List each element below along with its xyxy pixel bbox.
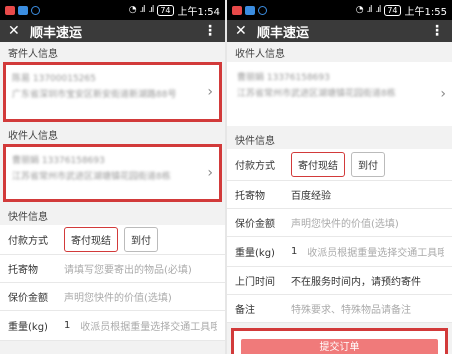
status-bar: ◔ .ıl .ıl 74 上午1:54 <box>0 0 225 20</box>
app-title: 顺丰速运 <box>30 25 83 41</box>
item-input[interactable]: 请填写您要寄出的物品(必填) <box>64 261 192 276</box>
weight-label: 重量(kg) <box>8 322 48 333</box>
payment-label: 付款方式 <box>8 236 48 247</box>
status-time: 上午1:55 <box>404 6 447 18</box>
receiver-section-title: 收件人信息 <box>0 122 225 144</box>
wifi-icon: ◔ <box>355 5 364 15</box>
sender-name-phone: 陈易 13700015265 <box>12 74 96 84</box>
battery-icon: 74 <box>157 4 174 16</box>
app-bar: ✕ 顺丰速运 ⋮ <box>227 20 452 42</box>
app-title: 顺丰速运 <box>257 25 310 41</box>
note-label: 备注 <box>235 305 255 316</box>
insure-input[interactable]: 声明您快件的价值(选填) <box>64 289 172 304</box>
pay-cash-button[interactable]: 寄付现结 <box>291 152 345 177</box>
chevron-right-icon: › <box>207 84 213 100</box>
more-menu-icon[interactable]: ⋮ <box>430 23 444 39</box>
pay-on-delivery-button[interactable]: 到付 <box>124 227 158 252</box>
receiver-address: 江苏省常州市武进区湖塘镇花园街道8栋 <box>237 89 396 99</box>
sender-address: 广东省深圳市宝安区新安街道新湖路88号 <box>12 90 177 100</box>
insure-label: 保价金额 <box>235 219 275 230</box>
pickup-time-label: 上门时间 <box>235 277 275 288</box>
weight-row[interactable]: 重量(kg) 1 收派员根据重量选择交通工具哦 <box>0 311 225 341</box>
item-label: 托寄物 <box>235 191 265 202</box>
note-input[interactable]: 特殊要求、特殊物品请备注 <box>291 301 411 316</box>
notification-blue-icon <box>18 5 28 15</box>
insure-row[interactable]: 保价金额 声明您快件的价值(选填) <box>0 283 225 311</box>
notification-blue-icon <box>245 5 255 15</box>
receiver-name-phone: 曹丽娟 13376158693 <box>237 73 330 83</box>
chevron-right-icon: › <box>207 165 213 181</box>
notification-red-icon <box>5 5 15 15</box>
pickup-time-row[interactable]: 上门时间 不在服务时间内，请预约寄件 <box>227 267 452 295</box>
status-time: 上午1:54 <box>177 6 220 18</box>
receiver-name-phone: 曹丽娟 13376158693 <box>12 156 105 166</box>
submit-order-button[interactable]: 提交订单 <box>241 339 438 354</box>
status-bar: ◔ .ıl .ıl 74 上午1:55 <box>227 0 452 20</box>
receiver-address-card[interactable]: 曹丽娟 13376158693 江苏省常州市武进区湖塘镇花园街道8栋 › <box>227 62 452 126</box>
note-row[interactable]: 备注 特殊要求、特殊物品请备注 <box>227 295 452 323</box>
payment-row: 付款方式 寄付现结 到付 <box>227 149 452 181</box>
weight-hint: 收派员根据重量选择交通工具哦 <box>307 248 444 259</box>
notification-ring-icon <box>258 5 267 15</box>
insure-label: 保价金额 <box>8 293 48 304</box>
sender-section-title: 寄件人信息 <box>0 42 225 62</box>
pay-cash-button[interactable]: 寄付现结 <box>64 227 118 252</box>
insure-row[interactable]: 保价金额 声明您快件的价值(选填) <box>227 209 452 237</box>
battery-icon: 74 <box>384 4 401 16</box>
weight-label: 重量(kg) <box>235 248 275 259</box>
receiver-address-card[interactable]: 曹丽娟 13376158693 江苏省常州市武进区湖塘镇花园街道8栋 › <box>3 144 222 202</box>
pickup-time-value[interactable]: 不在服务时间内，请预约寄件 <box>291 273 421 288</box>
close-icon[interactable]: ✕ <box>235 23 257 39</box>
more-menu-icon[interactable]: ⋮ <box>203 23 217 39</box>
item-input[interactable]: 百度经验 <box>291 187 331 202</box>
left-screen: ◔ .ıl .ıl 74 上午1:54 ✕ 顺丰速运 ⋮ 寄件人信息 陈易 13… <box>0 0 225 354</box>
close-icon[interactable]: ✕ <box>8 23 30 39</box>
app-bar: ✕ 顺丰速运 ⋮ <box>0 20 225 42</box>
shipment-section-title: 快件信息 <box>227 126 452 149</box>
screenshot-composite: ◔ .ıl .ıl 74 上午1:54 ✕ 顺丰速运 ⋮ 寄件人信息 陈易 13… <box>0 0 452 354</box>
notification-red-icon <box>232 5 242 15</box>
shipment-section-title: 快件信息 <box>0 202 225 225</box>
signal-icon: .ıl <box>366 5 373 15</box>
weight-value[interactable]: 1 <box>64 320 70 331</box>
signal-icon: .ıl <box>139 5 146 15</box>
weight-row[interactable]: 重量(kg) 1 收派员根据重量选择交通工具哦 <box>227 237 452 267</box>
payment-row: 付款方式 寄付现结 到付 <box>0 225 225 255</box>
sender-address-card[interactable]: 陈易 13700015265 广东省深圳市宝安区新安街道新湖路88号 › <box>3 62 222 122</box>
weight-value[interactable]: 1 <box>291 246 297 257</box>
item-row[interactable]: 托寄物 百度经验 <box>227 181 452 209</box>
receiver-section-title: 收件人信息 <box>227 42 452 62</box>
chevron-right-icon: › <box>440 86 446 102</box>
weight-hint: 收派员根据重量选择交通工具哦 <box>80 322 217 333</box>
submit-highlight-box: 提交订单 <box>231 328 448 354</box>
signal-icon: .ıl <box>375 5 381 15</box>
signal-icon: .ıl <box>148 5 154 15</box>
right-screen: ◔ .ıl .ıl 74 上午1:55 ✕ 顺丰速运 ⋮ 收件人信息 曹丽娟 1… <box>227 0 452 354</box>
item-row[interactable]: 托寄物 请填写您要寄出的物品(必填) <box>0 255 225 283</box>
receiver-address: 江苏省常州市武进区湖塘镇花园街道8栋 <box>12 172 171 182</box>
pay-on-delivery-button[interactable]: 到付 <box>351 152 385 177</box>
item-label: 托寄物 <box>8 265 38 276</box>
payment-label: 付款方式 <box>235 161 275 172</box>
insure-input[interactable]: 声明您快件的价值(选填) <box>291 215 399 230</box>
notification-ring-icon <box>31 5 40 15</box>
wifi-icon: ◔ <box>128 5 137 15</box>
